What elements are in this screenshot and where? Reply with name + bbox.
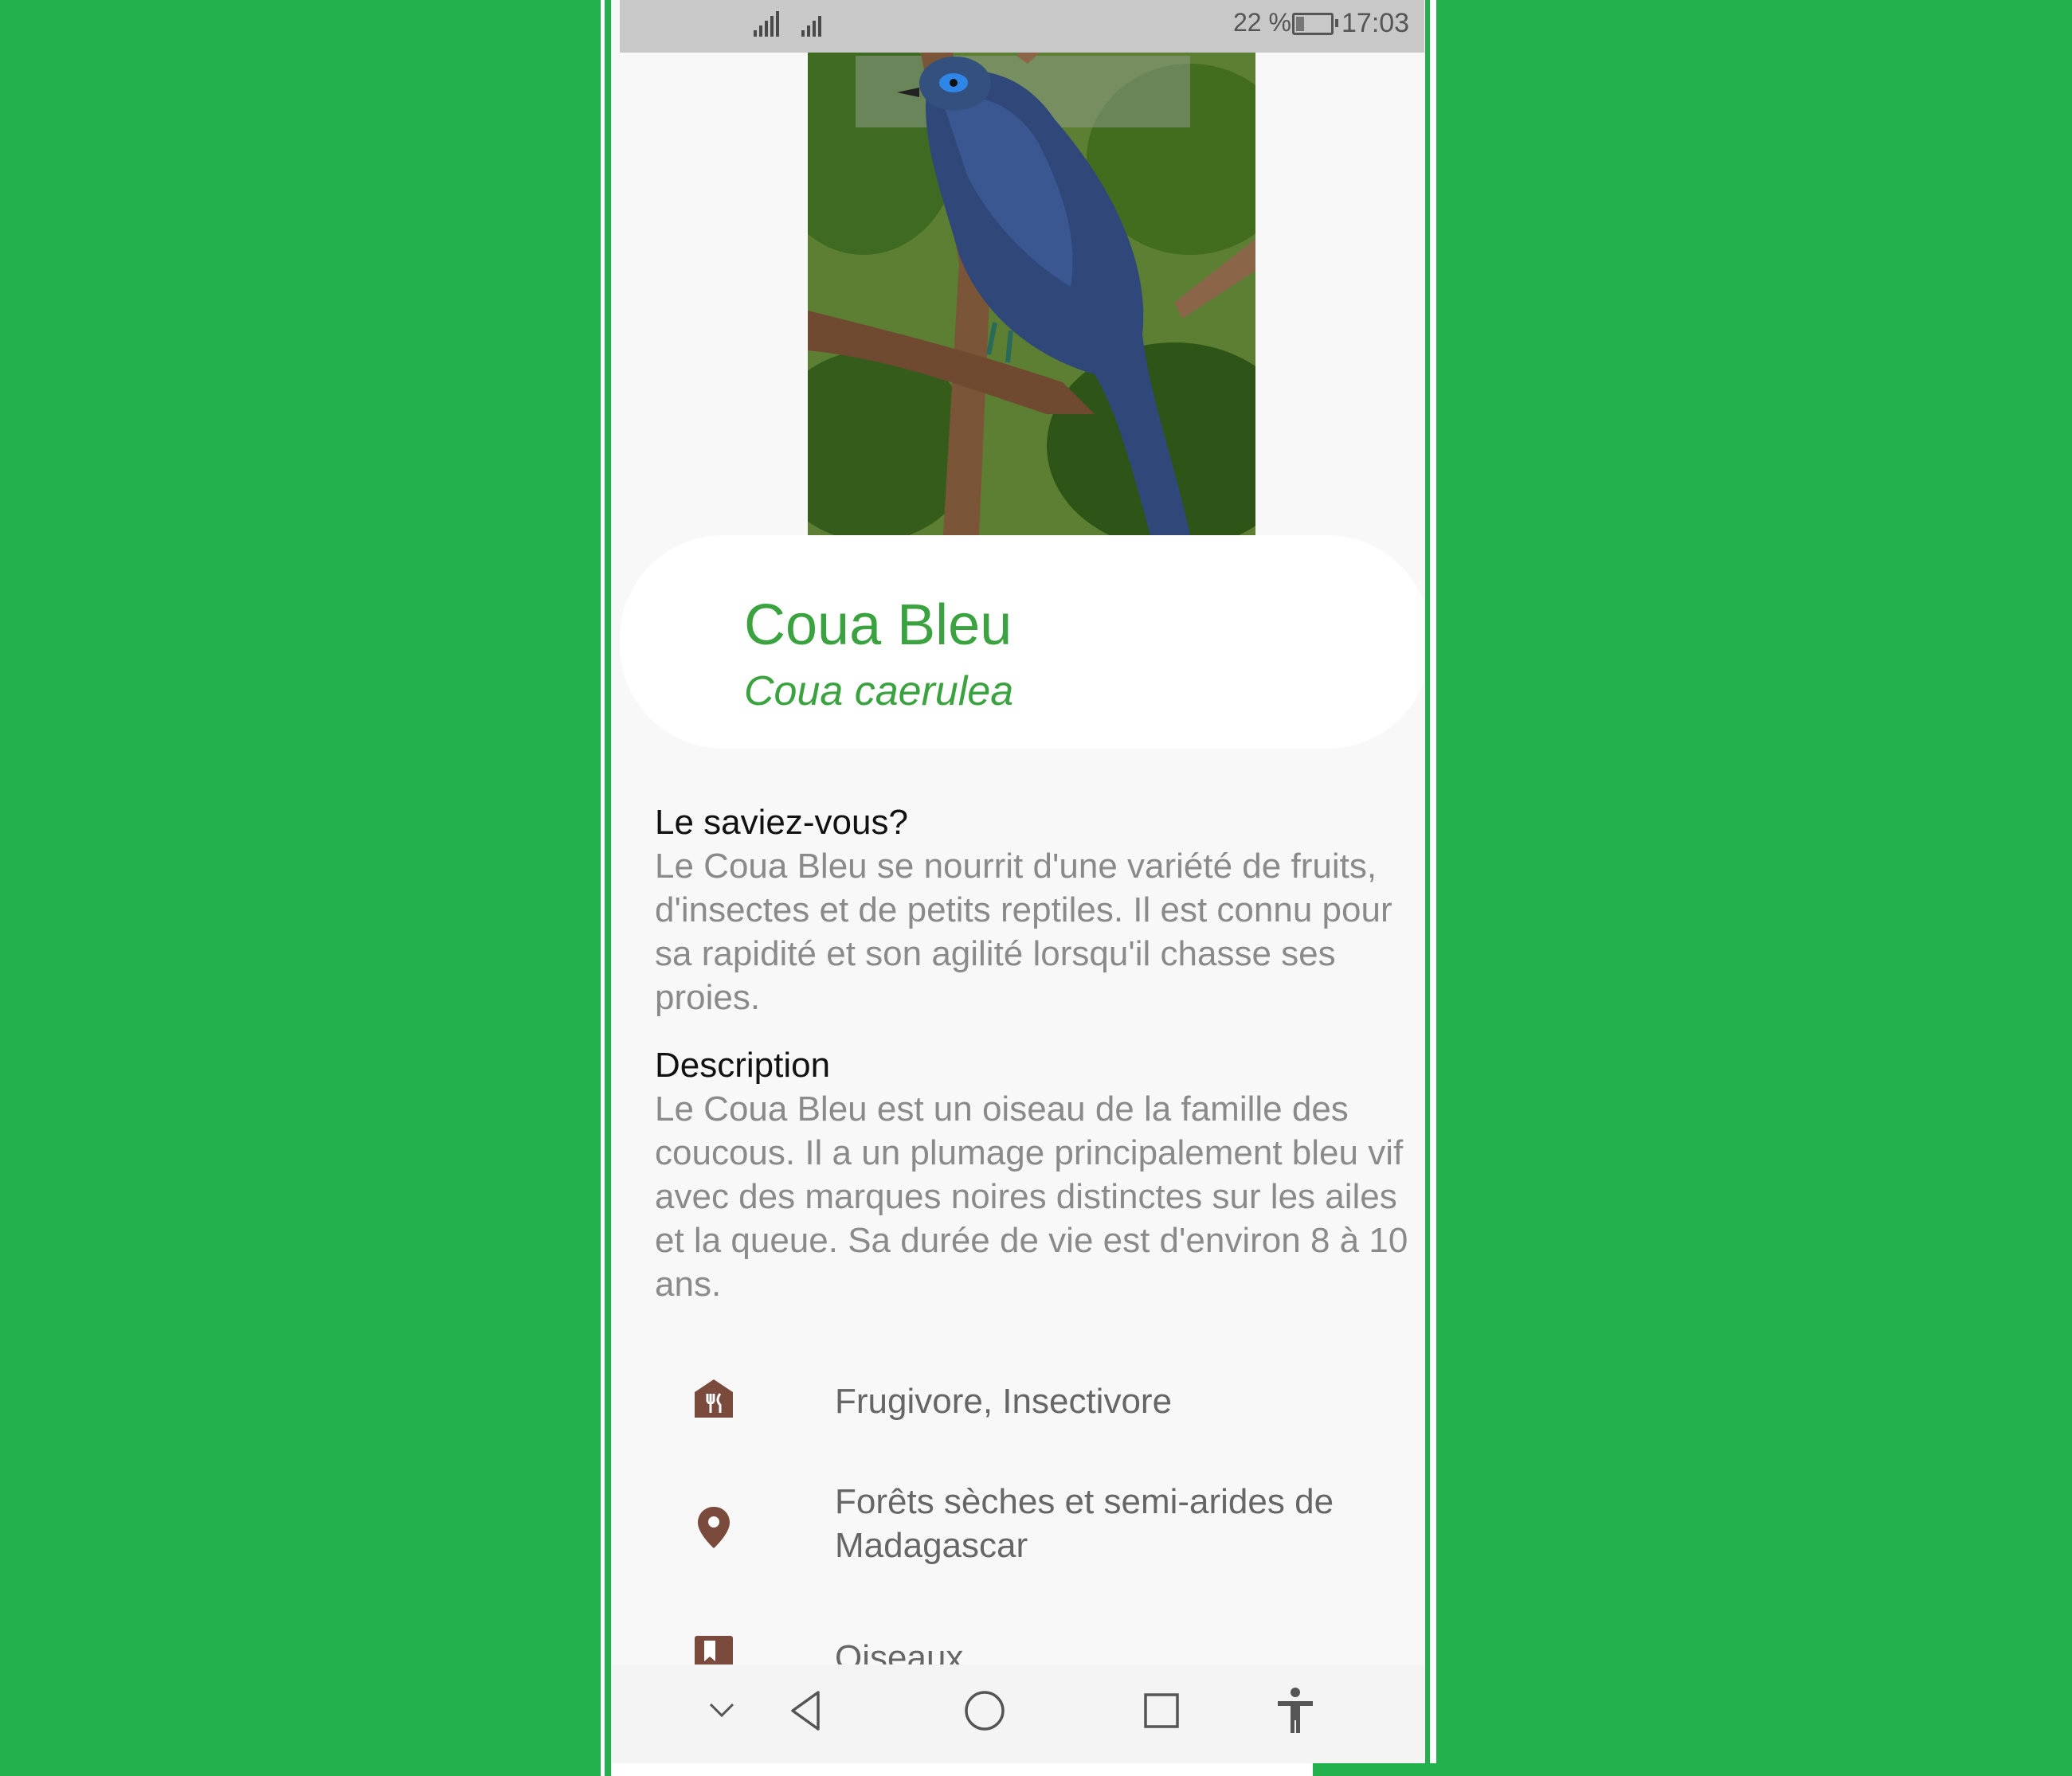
facts-text: Le Coua Bleu se nourrit d'une variété de… bbox=[655, 847, 1392, 1017]
restaurant-icon bbox=[695, 1379, 733, 1418]
app-screen: 22 % 17:03 Coua Bleu Coua caerulea Le sa… bbox=[612, 0, 1424, 1763]
location-pin-icon bbox=[698, 1507, 730, 1548]
battery-percentage: 22 % bbox=[1233, 8, 1291, 37]
frame-border-right-outer bbox=[1436, 0, 1443, 1776]
battery-icon bbox=[1292, 13, 1338, 35]
home-icon[interactable] bbox=[956, 1682, 1013, 1739]
status-time: 17:03 bbox=[1342, 8, 1410, 38]
frame-border-right bbox=[1425, 0, 1430, 1776]
chevron-down-icon[interactable] bbox=[693, 1682, 750, 1739]
animal-photo bbox=[808, 0, 1255, 535]
recents-icon[interactable] bbox=[1133, 1682, 1190, 1739]
status-bar: 22 % 17:03 bbox=[620, 0, 1424, 53]
facts-title: Le saviez-vous? bbox=[655, 803, 908, 842]
facts-section: Le saviez-vous? Le Coua Bleu se nourrit … bbox=[655, 801, 1420, 1019]
info-diet-text: Frugivore, Insectivore bbox=[835, 1382, 1173, 1421]
common-name: Coua Bleu bbox=[744, 593, 1012, 657]
battery-fill bbox=[1296, 17, 1305, 31]
frame-border-bottom bbox=[1313, 1763, 1443, 1776]
description-text: Le Coua Bleu est un oiseau de la famille… bbox=[655, 1089, 1408, 1304]
name-card: Coua Bleu Coua caerulea bbox=[620, 535, 1424, 749]
info-habitat-text: Forêts sèches et semi-arides de Madagasc… bbox=[835, 1482, 1334, 1565]
signal-icon-secondary bbox=[801, 10, 821, 37]
scientific-name: Coua caerulea bbox=[744, 668, 1014, 714]
description-section: Description Le Coua Bleu est un oiseau d… bbox=[655, 1044, 1420, 1306]
phone-frame: 22 % 17:03 Coua Bleu Coua caerulea Le sa… bbox=[601, 0, 1443, 1776]
back-icon[interactable] bbox=[777, 1682, 835, 1739]
description-title: Description bbox=[655, 1046, 831, 1085]
accessibility-icon[interactable] bbox=[1267, 1682, 1324, 1739]
signal-icon bbox=[754, 10, 779, 37]
frame-border-left bbox=[605, 0, 611, 1776]
navigation-bar bbox=[612, 1665, 1424, 1763]
bird-illustration bbox=[808, 0, 1255, 535]
